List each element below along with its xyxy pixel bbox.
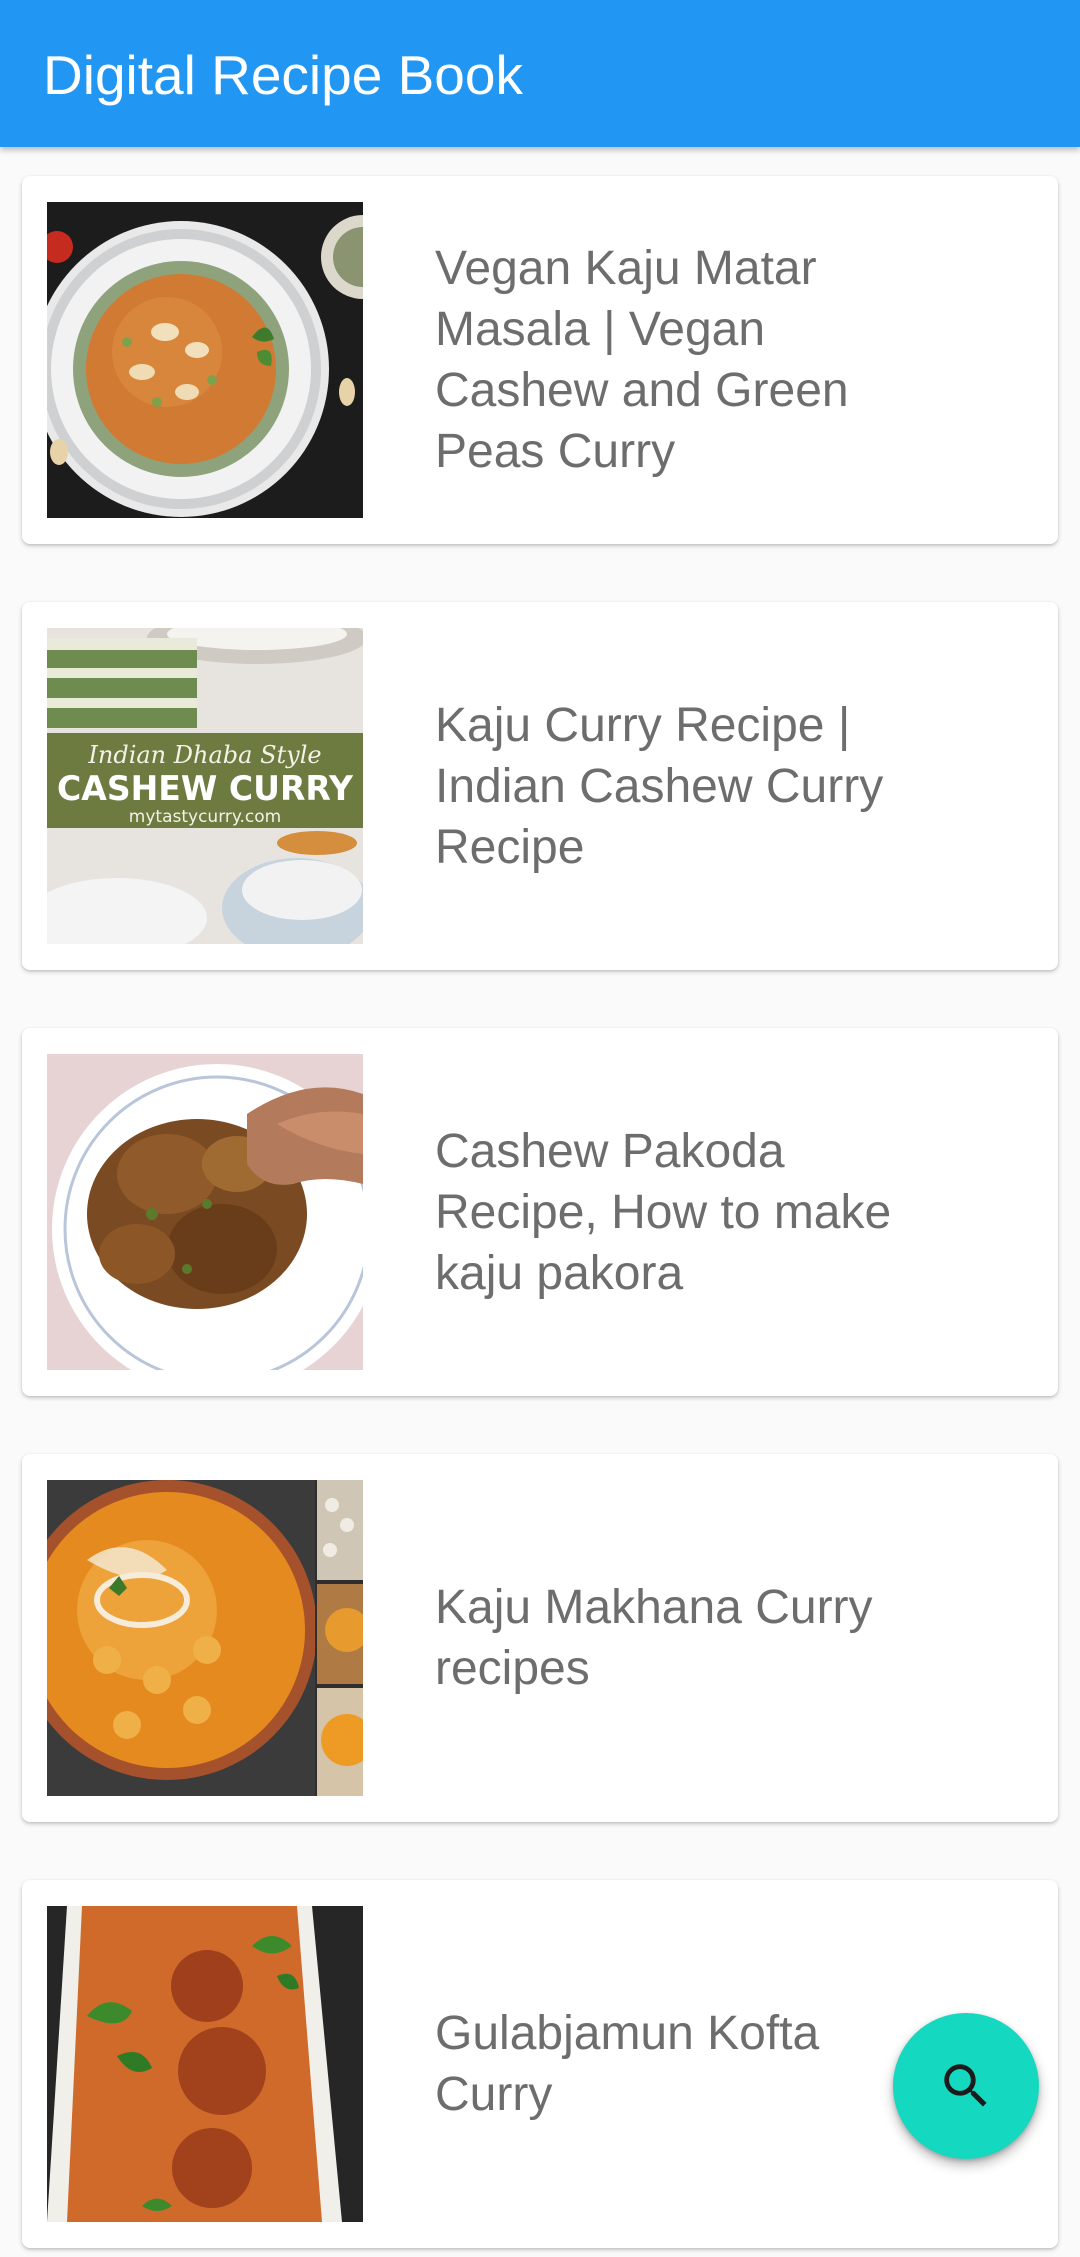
recipe-image bbox=[47, 1054, 363, 1370]
search-icon bbox=[944, 2064, 987, 2107]
image-script-text: Indian Dhaba Style bbox=[87, 741, 321, 769]
recipe-title: Kaju Makhana Curry recipes bbox=[435, 1581, 873, 1695]
recipe-card[interactable]: Cashew Pakoda Recipe, How to make kaju p… bbox=[22, 1028, 1058, 1396]
app-bar: Digital Recipe Book bbox=[0, 0, 1080, 147]
recipe-title: Cashew Pakoda Recipe, How to make kaju p… bbox=[435, 1124, 892, 1300]
recipe-image bbox=[47, 202, 363, 518]
recipe-image bbox=[47, 1906, 363, 2222]
app-title: Digital Recipe Book bbox=[43, 44, 523, 106]
image-site-text: mytastycurry.com bbox=[129, 807, 281, 827]
recipe-card[interactable]: Vegan Kaju Matar Masala | Vegan Cashew a… bbox=[22, 176, 1058, 544]
recipe-list[interactable]: Vegan Kaju Matar Masala | Vegan Cashew a… bbox=[0, 147, 1080, 2257]
recipe-title: Vegan Kaju Matar Masala | Vegan Cashew a… bbox=[435, 242, 849, 478]
recipe-card[interactable]: Indian Dhaba Style CASHEW CURRY mytastyc… bbox=[22, 602, 1058, 970]
recipe-card[interactable]: Kaju Makhana Curry recipes bbox=[22, 1454, 1058, 1822]
recipe-image: Indian Dhaba Style CASHEW CURRY mytastyc… bbox=[47, 628, 363, 944]
image-headline-text: CASHEW CURRY bbox=[57, 769, 353, 809]
recipe-title: Kaju Curry Recipe | Indian Cashew Curry … bbox=[435, 698, 884, 874]
search-fab-button[interactable] bbox=[893, 2013, 1039, 2159]
recipe-image bbox=[47, 1480, 363, 1796]
recipe-title: Gulabjamun Kofta Curry bbox=[435, 2007, 820, 2121]
